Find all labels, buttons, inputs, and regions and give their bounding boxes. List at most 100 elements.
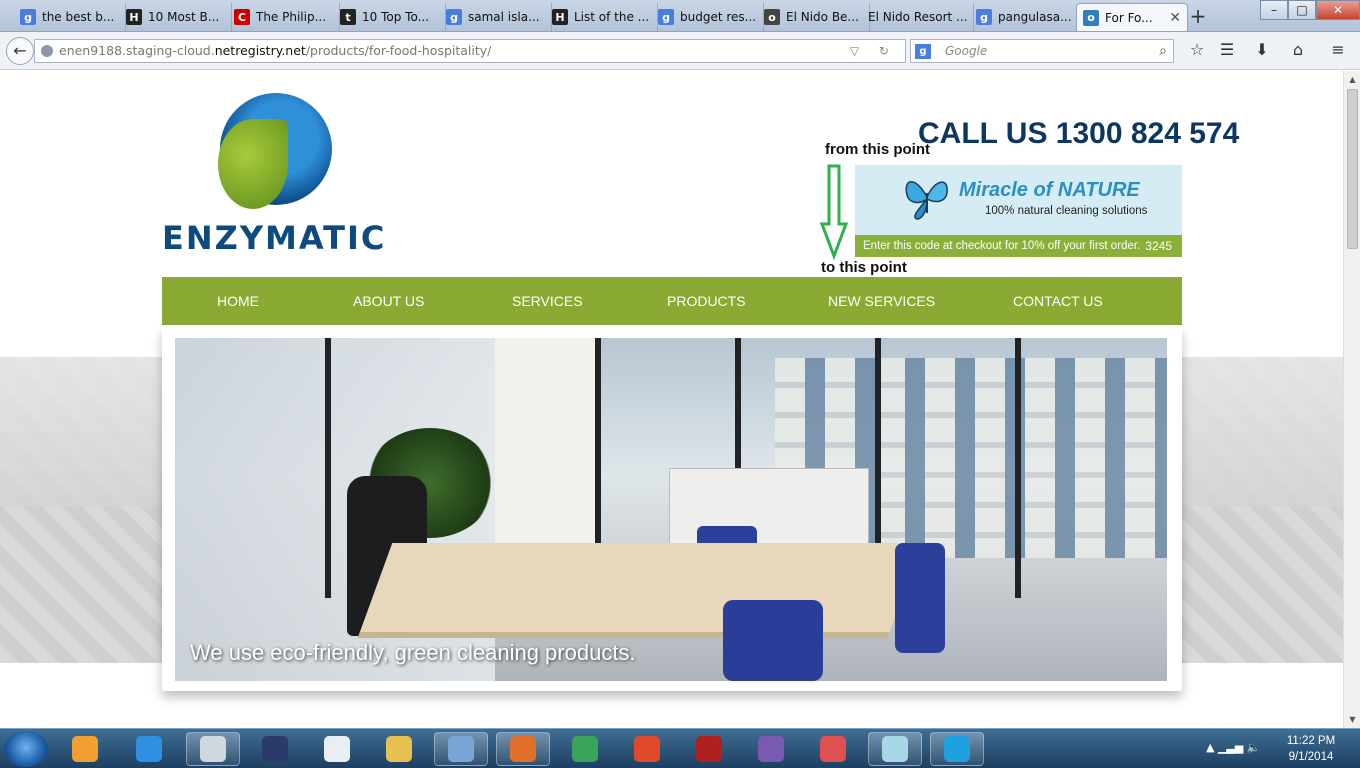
tab-title: El Nido Be... — [786, 10, 859, 24]
tray-icons[interactable]: ▲ ▁▃▅ 🔈 — [1206, 741, 1261, 754]
browser-tab[interactable]: g pangulasa... — [970, 3, 1082, 31]
tab-title: pangulasa... — [998, 10, 1072, 24]
down-arrow-annotation-icon — [820, 164, 848, 260]
tab-title: El Nido Resort ... — [868, 10, 967, 24]
close-window-button[interactable]: ✕ — [1316, 0, 1360, 20]
taskbar-app[interactable] — [372, 732, 426, 766]
taskbar-app[interactable] — [248, 732, 302, 766]
clock[interactable]: 11:22 PM 9/1/2014 — [1276, 733, 1346, 765]
nav-services[interactable]: Services — [512, 277, 583, 325]
taskbar-app[interactable] — [58, 732, 112, 766]
browser-tab[interactable]: o El Nido Be... — [758, 3, 870, 31]
scroll-up-icon[interactable]: ▲ — [1344, 75, 1360, 84]
browser-tab[interactable]: H 10 Most B... — [120, 3, 232, 31]
taskbar-app[interactable] — [496, 732, 550, 766]
clock-time: 11:22 PM — [1286, 735, 1336, 747]
menu-icon[interactable]: ≡ — [1326, 40, 1350, 62]
maximize-button[interactable]: □ — [1288, 0, 1316, 20]
system-tray[interactable]: ▲ ▁▃▅ 🔈 — [1200, 729, 1270, 768]
search-engine-icon[interactable]: g — [915, 44, 931, 59]
taskbar-app[interactable] — [620, 732, 674, 766]
taskbar-app[interactable] — [434, 732, 488, 766]
annotation-to: to this point — [821, 259, 907, 276]
tab-title: 10 Most B... — [148, 10, 220, 24]
hero-caption: We use eco-friendly, green cleaning prod… — [190, 640, 636, 665]
h-icon: H — [552, 9, 568, 25]
google-icon: g — [658, 9, 674, 25]
taskbar-app[interactable] — [868, 732, 922, 766]
reload-icon[interactable]: ▽ ↻ — [850, 40, 897, 62]
nav-new-services[interactable]: New Services — [828, 277, 935, 325]
taskbar-app[interactable] — [122, 732, 176, 766]
h-icon: H — [126, 9, 142, 25]
back-arrow-icon: ← — [13, 41, 27, 60]
tab-title: The Philip... — [256, 10, 327, 24]
browser-tab[interactable]: g budget res... — [652, 3, 764, 31]
taskbar-app[interactable] — [558, 732, 612, 766]
scrollbar-thumb[interactable] — [1347, 89, 1358, 249]
promo-banner[interactable]: Miracle of NATURE 100% natural cleaning … — [855, 165, 1182, 257]
google-icon: g — [976, 9, 992, 25]
browser-tab[interactable]: El Nido Resort ... — [862, 3, 974, 31]
downloads-icon[interactable]: ⬇ — [1250, 40, 1274, 62]
browser-tab[interactable]: t 10 Top To... — [334, 3, 446, 31]
tab-strip: g the best b... H 10 Most B... C The Philip..… — [0, 0, 1360, 32]
notes-icon — [882, 736, 908, 762]
site-identity-icon[interactable] — [41, 45, 53, 57]
bookmarks-list-icon[interactable]: ☰ — [1215, 40, 1239, 62]
browser-tab[interactable]: C The Philip... — [228, 3, 340, 31]
hero-slideshow-image[interactable]: We use eco-friendly, green cleaning prod… — [175, 338, 1167, 681]
nav-products[interactable]: Products — [667, 277, 746, 325]
nav-home[interactable]: Home — [217, 277, 259, 325]
search-icon[interactable]: ⌕ — [1159, 40, 1167, 62]
url-domain: netregistry.net — [214, 43, 306, 58]
google-icon: g — [20, 9, 36, 25]
chrome-icon — [572, 736, 598, 762]
navigation-toolbar: ← enen9188.staging-cloud.netregistry.net… — [0, 32, 1360, 70]
new-tab-button[interactable]: + — [1184, 5, 1212, 29]
taskbar-app[interactable] — [930, 732, 984, 766]
bookmark-star-icon[interactable]: ☆ — [1185, 40, 1209, 62]
enzymatic-logo[interactable]: ENZYMATIC — [160, 91, 400, 257]
taskbar-app[interactable] — [186, 732, 240, 766]
window-frame — [1015, 338, 1021, 598]
google-icon: g — [446, 9, 462, 25]
tab-title: the best b... — [42, 10, 115, 24]
search-placeholder: Google — [945, 44, 988, 58]
window-frame — [325, 338, 331, 598]
browser-tab[interactable]: g the best b... — [14, 3, 126, 31]
nav-contact-us[interactable]: Contact Us — [1013, 277, 1103, 325]
vertical-scrollbar[interactable]: ▲ ▼ — [1343, 71, 1360, 728]
windows-taskbar: ▲ ▁▃▅ 🔈 11:22 PM 9/1/2014 — [0, 728, 1360, 768]
address-bar[interactable]: enen9188.staging-cloud.netregistry.net/p… — [34, 39, 906, 63]
browser-tab[interactable]: H List of the ... — [546, 3, 658, 31]
todo-icon — [634, 736, 660, 762]
white-wall — [495, 338, 595, 558]
firefox-icon — [510, 736, 536, 762]
nav-about-us[interactable]: About Us — [353, 277, 424, 325]
document-icon — [324, 736, 350, 762]
desk — [357, 543, 923, 638]
browser-tab[interactable]: o For Fo... ✕ — [1076, 3, 1188, 31]
page-content: ENZYMATIC CALL US 1300 824 574 from this… — [0, 71, 1343, 728]
taskbar-app[interactable] — [744, 732, 798, 766]
globe-icon: o — [1083, 9, 1099, 26]
minimize-button[interactable]: – — [1260, 0, 1288, 20]
cnn-icon: C — [234, 9, 250, 25]
blue-chair — [895, 543, 945, 653]
pen-app-icon — [262, 736, 288, 762]
scroll-down-icon[interactable]: ▼ — [1344, 715, 1360, 724]
back-button[interactable]: ← — [6, 37, 34, 65]
home-icon[interactable]: ⌂ — [1286, 40, 1310, 62]
taskbar-app[interactable] — [310, 732, 364, 766]
taskbar-app[interactable] — [806, 732, 860, 766]
browser-tab[interactable]: g samal isla... — [440, 3, 552, 31]
banner-subtitle: 100% natural cleaning solutions — [985, 205, 1148, 217]
close-tab-icon[interactable]: ✕ — [1169, 10, 1181, 26]
file-explorer-icon — [386, 736, 412, 762]
url-prefix: enen9188.staging-cloud. — [59, 43, 215, 58]
search-input[interactable]: g Google ⌕ — [910, 39, 1174, 63]
taskbar-app[interactable] — [682, 732, 736, 766]
start-button[interactable] — [4, 731, 48, 767]
tab-title: 10 Top To... — [362, 10, 430, 24]
